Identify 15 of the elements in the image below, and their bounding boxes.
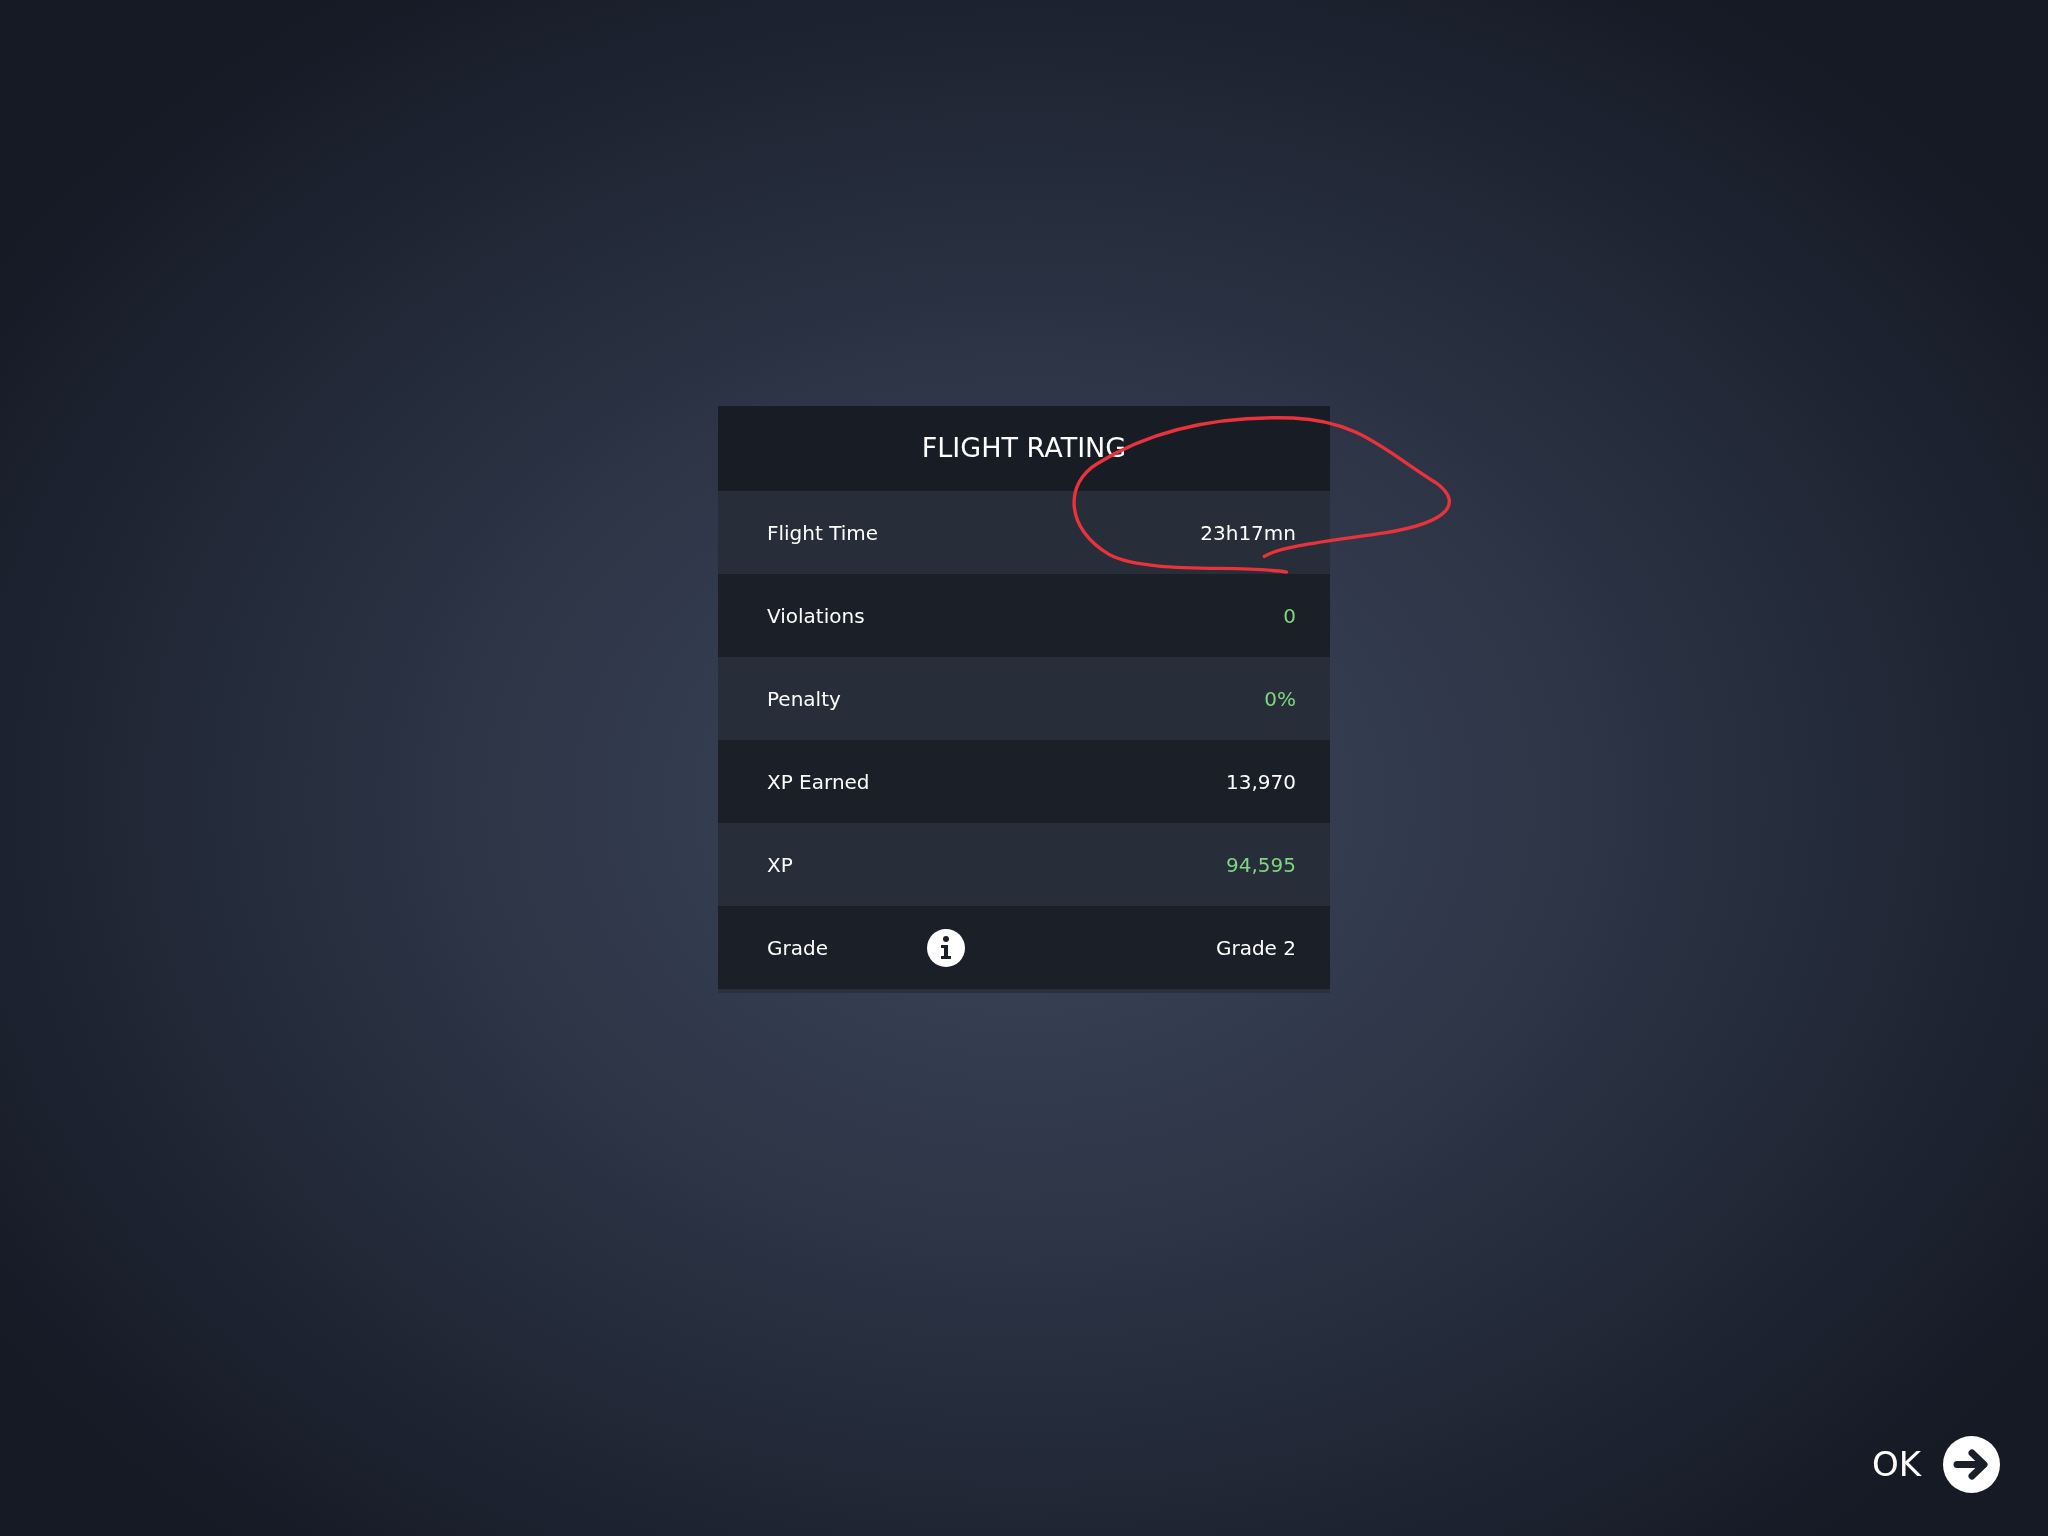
row-value: Grade 2 — [1215, 934, 1296, 962]
row-label: XP Earned — [767, 768, 871, 796]
panel-title: FLIGHT RATING — [921, 431, 1127, 466]
ok-button[interactable]: OK — [1872, 1436, 2001, 1493]
info-icon[interactable] — [927, 928, 965, 967]
row-label: XP — [767, 851, 794, 879]
row-label: Flight Time — [767, 519, 880, 547]
row-value: 13,970 — [1226, 768, 1296, 796]
row-value: 0 — [1283, 602, 1296, 630]
row-label: Grade — [767, 934, 829, 962]
row-value: 0% — [1264, 685, 1296, 713]
row-label: Penalty — [767, 685, 842, 713]
row-label: Violations — [767, 602, 866, 630]
row-value: 94,595 — [1226, 851, 1296, 879]
row-value: 23h17mn — [1200, 519, 1296, 547]
